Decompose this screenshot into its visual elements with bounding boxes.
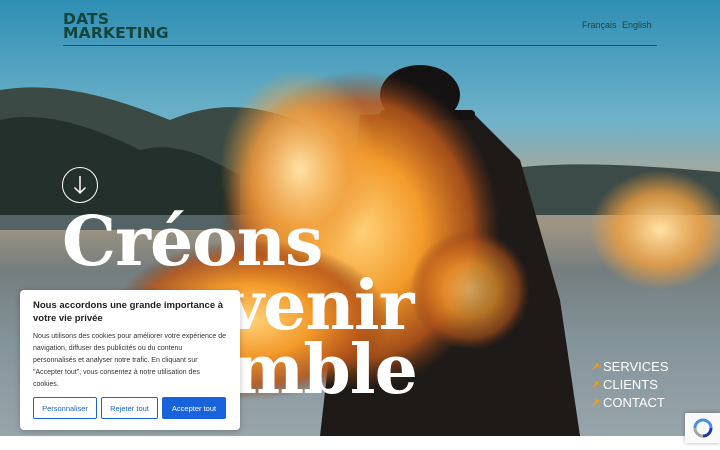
cookie-banner-actions: Personnaliser Rejeter tout Accepter tout: [33, 397, 226, 419]
nav-item-services[interactable]: ↗ SERVICES: [591, 357, 669, 375]
hero-nav: ↗ SERVICES ↗ CLIENTS ↗ CONTACT: [591, 357, 669, 411]
arrow-up-right-icon: ↗: [591, 396, 601, 409]
nav-item-contact[interactable]: ↗ CONTACT: [591, 393, 669, 411]
arrow-up-right-icon: ↗: [591, 378, 601, 391]
language-link-french[interactable]: Français: [582, 20, 617, 30]
logo-line-2: MARKETING: [63, 24, 169, 42]
arrow-up-right-icon: ↗: [591, 360, 601, 373]
header-divider: [63, 45, 657, 46]
headline-line-1: Créons: [62, 202, 323, 282]
accept-all-button[interactable]: Accepter tout: [162, 397, 226, 419]
scroll-down-button[interactable]: [62, 167, 98, 203]
nav-item-clients[interactable]: ↗ CLIENTS: [591, 375, 669, 393]
nav-item-label: SERVICES: [603, 358, 669, 374]
customize-button[interactable]: Personnaliser: [33, 397, 97, 419]
page-bottom: [0, 436, 720, 450]
recaptcha-badge[interactable]: [685, 413, 720, 443]
logo[interactable]: DATS MARKETING: [63, 11, 169, 42]
cookie-banner-text: Nous utilisons des cookies pour améliore…: [33, 333, 226, 388]
recaptcha-icon: [693, 418, 712, 438]
reject-all-button[interactable]: Rejeter tout: [101, 397, 158, 419]
language-link-english[interactable]: English: [622, 20, 652, 30]
arrow-down-icon: [73, 176, 87, 195]
nav-item-label: CLIENTS: [603, 376, 658, 392]
cookie-consent-banner: Nous accordons une grande importance à v…: [20, 290, 240, 430]
cookie-banner-title: Nous accordons une grande importance à v…: [33, 300, 224, 324]
nav-item-label: CONTACT: [603, 394, 665, 410]
